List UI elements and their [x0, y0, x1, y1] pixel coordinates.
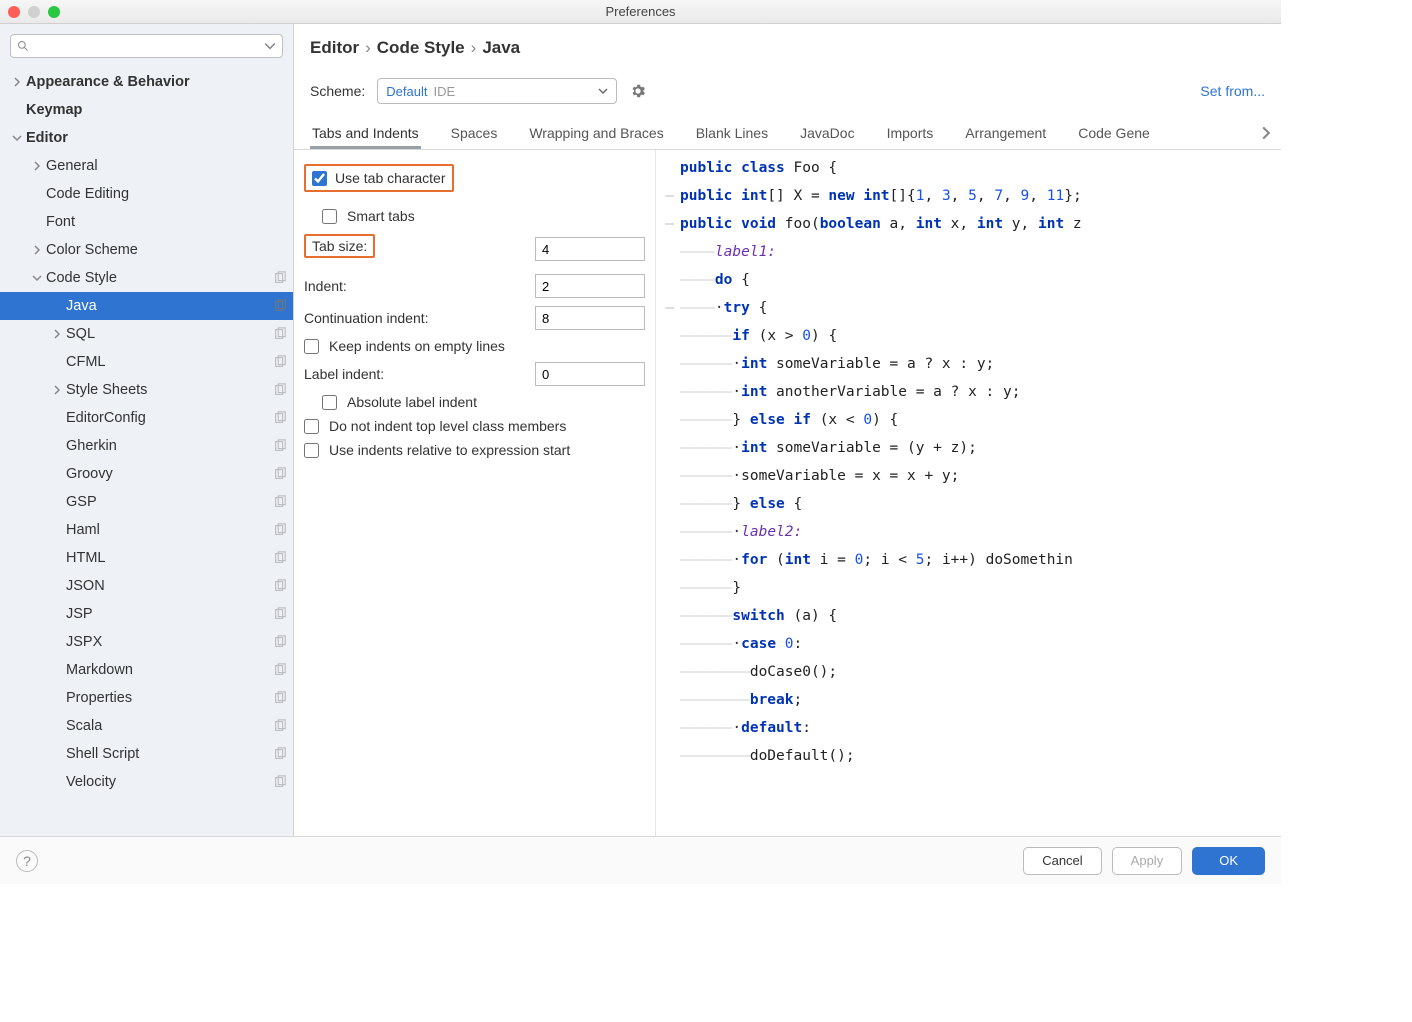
window-title: Preferences — [0, 4, 1281, 19]
tree-item-json[interactable]: JSON — [0, 572, 293, 600]
dialog-footer: ? Cancel Apply OK — [0, 836, 1281, 884]
tree-item-editor[interactable]: Editor — [0, 124, 293, 152]
absolute-label-indent-checkbox[interactable] — [322, 395, 337, 410]
tree-item-font[interactable]: Font — [0, 208, 293, 236]
tree-item-gherkin[interactable]: Gherkin — [0, 432, 293, 460]
tree-item-groovy[interactable]: Groovy — [0, 460, 293, 488]
do-not-indent-top-level-checkbox[interactable] — [304, 419, 319, 434]
tree-item-color-scheme[interactable]: Color Scheme — [0, 236, 293, 264]
tab-blank-lines[interactable]: Blank Lines — [694, 117, 770, 149]
tree-item-html[interactable]: HTML — [0, 544, 293, 572]
scheme-label: Scheme: — [310, 83, 365, 99]
tree-item-shell-script[interactable]: Shell Script — [0, 740, 293, 768]
preferences-tree[interactable]: Appearance & BehaviorKeymapEditorGeneral… — [0, 64, 293, 836]
set-from-link[interactable]: Set from... — [1200, 83, 1265, 99]
use-tab-character-checkbox[interactable] — [312, 171, 327, 186]
tab-imports[interactable]: Imports — [885, 117, 936, 149]
search-icon — [17, 40, 29, 52]
tree-item-cfml[interactable]: CFML — [0, 348, 293, 376]
tab-size-input[interactable] — [535, 237, 645, 261]
help-button[interactable]: ? — [16, 850, 38, 872]
code-preview: public class Foo {– public int[] X = new… — [656, 150, 1281, 836]
smart-tabs-checkbox[interactable] — [322, 209, 337, 224]
tree-item-markdown[interactable]: Markdown — [0, 656, 293, 684]
search-input[interactable] — [10, 34, 283, 58]
keep-indents-empty-checkbox[interactable] — [304, 339, 319, 354]
tree-item-jspx[interactable]: JSPX — [0, 628, 293, 656]
tab-arrangement[interactable]: Arrangement — [963, 117, 1048, 149]
tree-item-scala[interactable]: Scala — [0, 712, 293, 740]
breadcrumb: Editor › Code Style › Java — [294, 24, 1281, 70]
apply-button[interactable]: Apply — [1112, 847, 1183, 875]
titlebar: Preferences — [0, 0, 1281, 24]
chevron-down-icon — [264, 40, 276, 52]
tab-spaces[interactable]: Spaces — [449, 117, 500, 149]
gear-icon[interactable] — [629, 82, 647, 100]
indent-input[interactable] — [535, 274, 645, 298]
tree-item-code-style[interactable]: Code Style — [0, 264, 293, 292]
chevron-right-icon[interactable] — [1259, 126, 1273, 140]
tab-code-gene[interactable]: Code Gene — [1076, 117, 1152, 149]
label-indent-input[interactable] — [535, 362, 645, 386]
tab-size-label: Tab size: — [304, 234, 375, 258]
tab-wrapping-and-braces[interactable]: Wrapping and Braces — [527, 117, 665, 149]
scheme-select[interactable]: Default IDE — [377, 78, 617, 104]
tree-item-java[interactable]: Java — [0, 292, 293, 320]
tree-item-haml[interactable]: Haml — [0, 516, 293, 544]
tree-item-general[interactable]: General — [0, 152, 293, 180]
cancel-button[interactable]: Cancel — [1023, 847, 1101, 875]
tab-tabs-and-indents[interactable]: Tabs and Indents — [310, 117, 421, 149]
tree-item-style-sheets[interactable]: Style Sheets — [0, 376, 293, 404]
preferences-sidebar: Appearance & BehaviorKeymapEditorGeneral… — [0, 24, 294, 836]
tree-item-gsp[interactable]: GSP — [0, 488, 293, 516]
tree-item-editorconfig[interactable]: EditorConfig — [0, 404, 293, 432]
code-style-tabs: Tabs and Indents Spaces Wrapping and Brace… — [294, 116, 1281, 150]
tree-item-keymap[interactable]: Keymap — [0, 96, 293, 124]
relative-to-expression-checkbox[interactable] — [304, 443, 319, 458]
tree-item-sql[interactable]: SQL — [0, 320, 293, 348]
tree-item-appearance-behavior[interactable]: Appearance & Behavior — [0, 68, 293, 96]
tree-item-velocity[interactable]: Velocity — [0, 768, 293, 796]
tabs-and-indents-form: Use tab character Smart tabs Tab size: I… — [294, 150, 656, 836]
tree-item-code-editing[interactable]: Code Editing — [0, 180, 293, 208]
tab-javadoc[interactable]: JavaDoc — [798, 117, 856, 149]
tree-item-jsp[interactable]: JSP — [0, 600, 293, 628]
ok-button[interactable]: OK — [1192, 847, 1265, 875]
continuation-indent-input[interactable] — [535, 306, 645, 330]
chevron-down-icon — [598, 86, 608, 96]
tree-item-properties[interactable]: Properties — [0, 684, 293, 712]
